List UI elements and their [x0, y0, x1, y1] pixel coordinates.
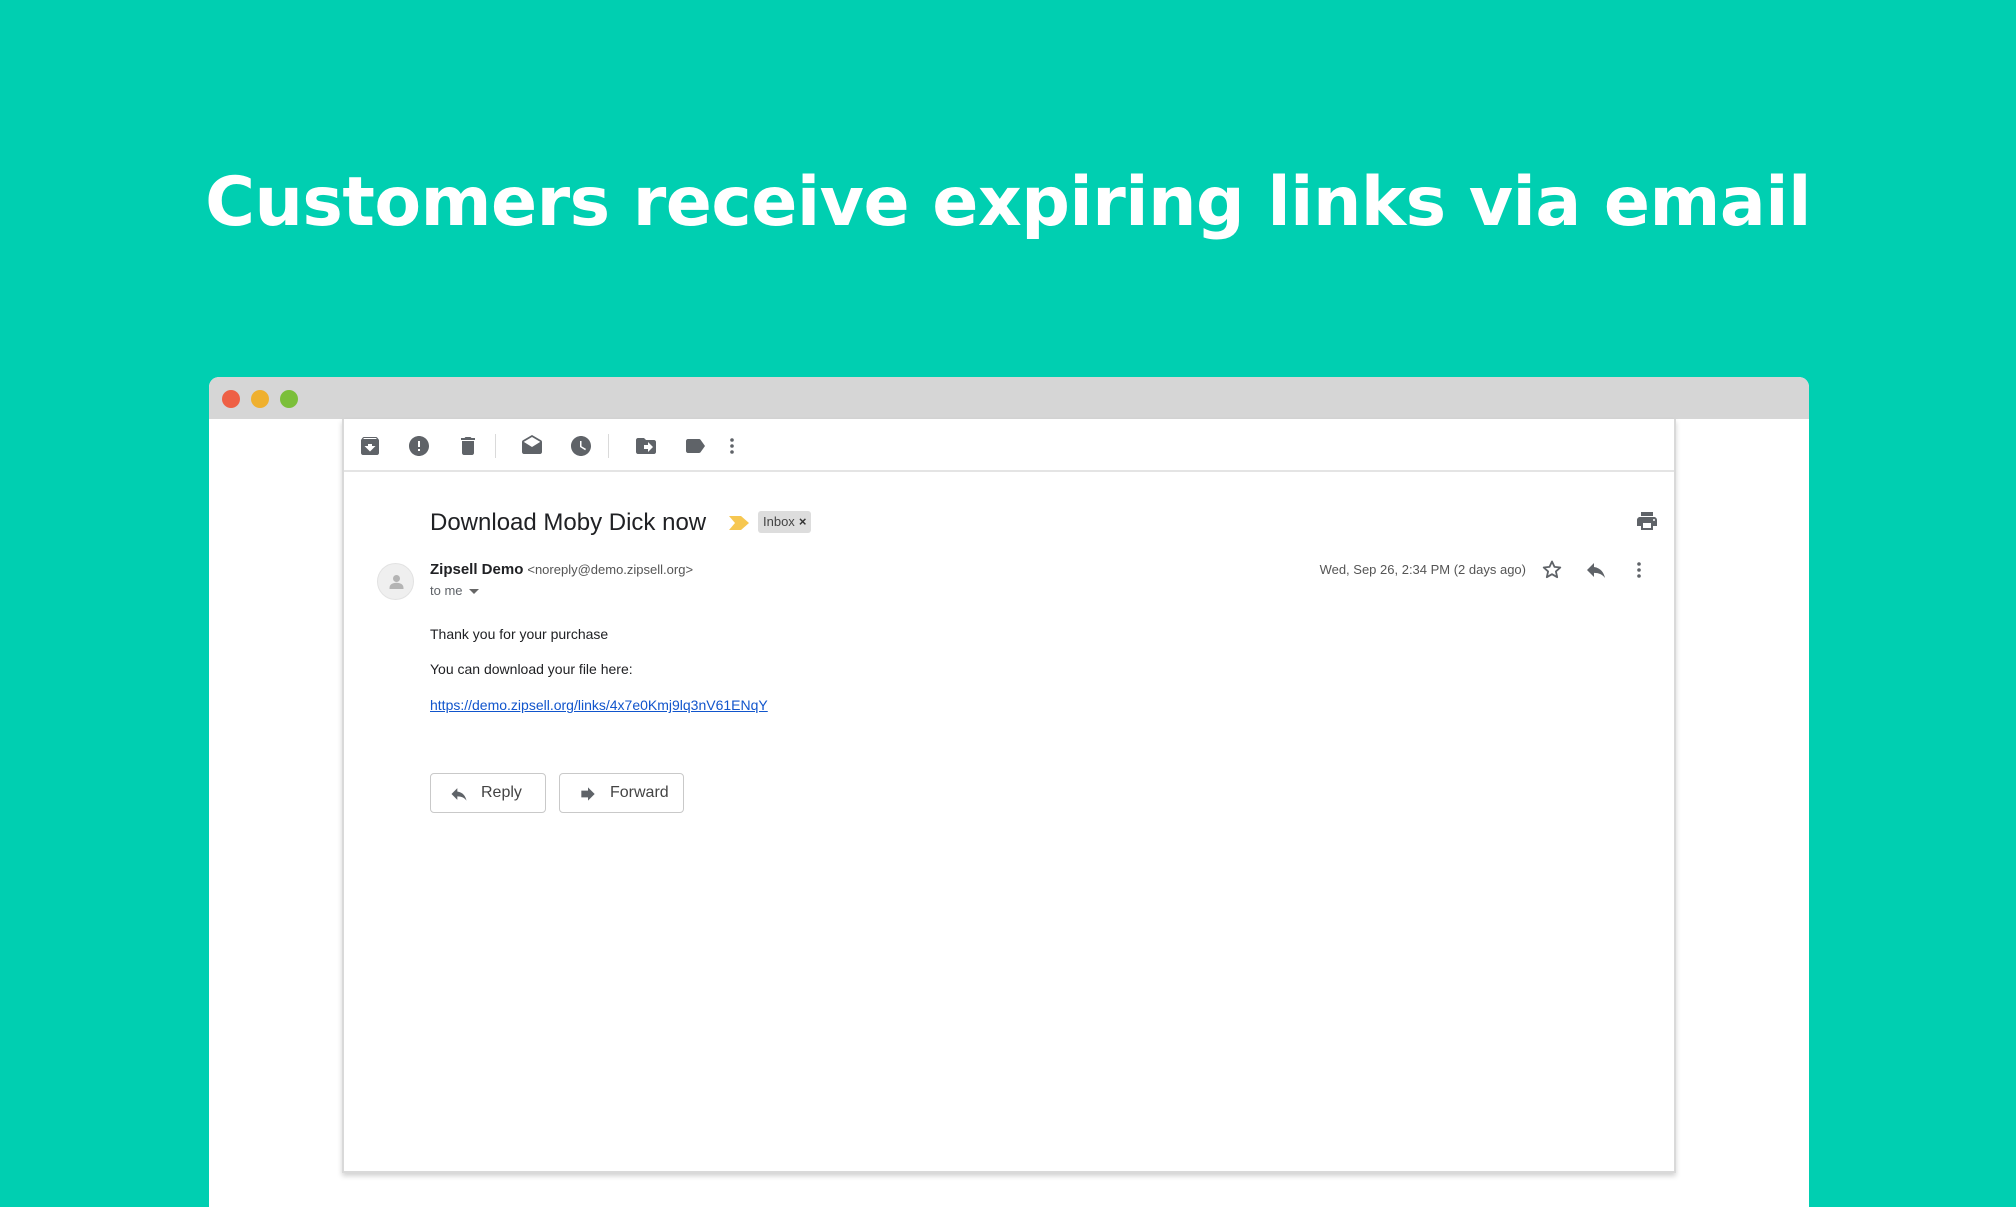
sender-email: <noreply@demo.zipsell.org>	[527, 562, 694, 577]
minimize-window-button[interactable]	[251, 390, 269, 408]
remove-label-icon[interactable]: ×	[799, 514, 807, 529]
mark-unread-icon[interactable]	[520, 434, 544, 458]
avatar-person-icon	[389, 575, 404, 589]
window-titlebar	[209, 377, 1809, 419]
label-icon[interactable]	[683, 434, 707, 458]
more-vert-icon[interactable]	[720, 434, 744, 458]
sender-avatar	[377, 563, 414, 600]
move-to-icon[interactable]	[634, 434, 658, 458]
close-window-button[interactable]	[222, 390, 240, 408]
forward-button-label: Forward	[610, 784, 669, 801]
delete-icon[interactable]	[456, 434, 480, 458]
email-view: Download Moby Dick now Inbox × Zipsell De…	[342, 419, 1676, 1173]
report-spam-icon[interactable]	[407, 434, 431, 458]
reply-button-label: Reply	[481, 784, 522, 801]
sender-line: Zipsell Demo <noreply@demo.zipsell.org>	[430, 560, 693, 580]
email-body-line: You can download your file here:	[430, 661, 633, 677]
email-date: Wed, Sep 26, 2:34 PM (2 days ago)	[1319, 562, 1526, 577]
recipient-details[interactable]: to me	[430, 582, 479, 600]
more-vert-icon[interactable]	[1627, 558, 1651, 582]
page-headline: Customers receive expiring links via ema…	[205, 163, 1811, 242]
reply-icon[interactable]	[1584, 558, 1608, 582]
download-link[interactable]: https://demo.zipsell.org/links/4x7e0Kmj9…	[430, 695, 768, 715]
maximize-window-button[interactable]	[280, 390, 298, 408]
reply-button[interactable]: Reply	[430, 773, 546, 813]
inbox-label[interactable]: Inbox ×	[758, 511, 812, 533]
email-subject: Download Moby Dick now	[430, 509, 707, 536]
email-body-line: Thank you for your purchase	[430, 626, 609, 642]
forward-icon	[581, 787, 595, 801]
star-icon[interactable]	[1540, 558, 1564, 582]
print-icon[interactable]	[1635, 509, 1659, 533]
email-toolbar	[344, 419, 1674, 472]
reply-icon	[451, 788, 467, 801]
archive-icon[interactable]	[358, 434, 382, 458]
sender-name: Zipsell Demo	[430, 561, 524, 578]
toolbar-divider	[495, 434, 496, 458]
chevron-down-icon[interactable]	[468, 589, 479, 595]
inbox-label-text: Inbox	[763, 514, 795, 529]
forward-button[interactable]: Forward	[559, 773, 684, 813]
snooze-icon[interactable]	[569, 434, 593, 458]
recipient-text: to me	[430, 583, 463, 598]
browser-window: Download Moby Dick now Inbox × Zipsell De…	[209, 377, 1809, 1207]
toolbar-divider	[608, 434, 609, 458]
importance-marker-icon[interactable]	[729, 516, 749, 530]
